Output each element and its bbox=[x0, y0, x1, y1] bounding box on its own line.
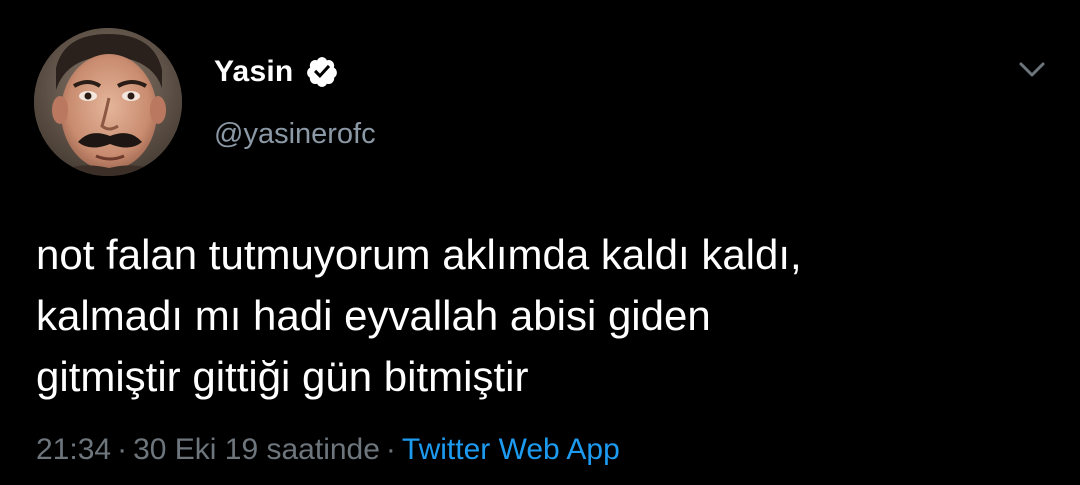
tweet-text: not falan tutmuyorum aklımda kaldı kaldı… bbox=[36, 224, 1046, 407]
avatar[interactable] bbox=[34, 28, 182, 176]
tweet-text-line: gitmiştir gittiği gün bitmiştir bbox=[36, 353, 529, 400]
meta-separator: · bbox=[117, 433, 128, 466]
meta-separator: · bbox=[385, 433, 396, 466]
tweet-source-link[interactable]: Twitter Web App bbox=[402, 433, 620, 466]
author-handle[interactable]: @yasinerofc bbox=[214, 118, 376, 151]
avatar-image bbox=[34, 28, 182, 176]
author-name-row[interactable]: Yasin bbox=[214, 50, 339, 94]
tweet-time[interactable]: 21:34 bbox=[36, 433, 111, 466]
tweet-card: Yasin @yasinerofc not falan tutmuyorum a… bbox=[0, 0, 1080, 485]
tweet-text-line: kalmadı mı hadi eyvallah abisi giden bbox=[36, 292, 711, 339]
tweet-meta: 21:34 · 30 Eki 19 saatinde · Twitter Web App bbox=[36, 433, 620, 467]
verified-badge-icon bbox=[305, 55, 339, 89]
author-display-name[interactable]: Yasin bbox=[214, 55, 293, 89]
tweet-date[interactable]: 30 Eki 19 saatinde bbox=[133, 433, 380, 466]
chevron-down-icon[interactable] bbox=[1014, 52, 1050, 88]
tweet-text-line: not falan tutmuyorum aklımda kaldı kaldı… bbox=[36, 231, 802, 278]
